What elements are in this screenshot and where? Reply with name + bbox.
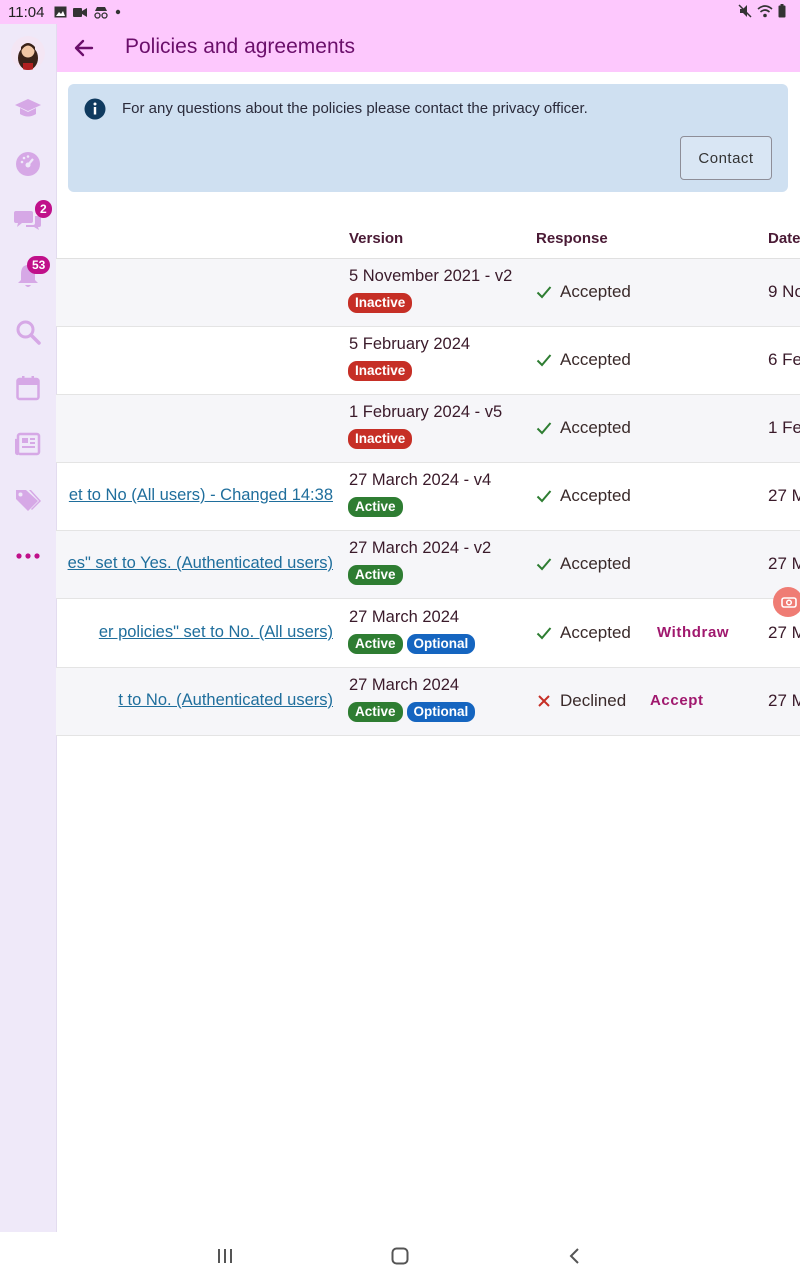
table-row: 5 November 2021 - v2 Inactive Accepted 9… xyxy=(56,259,800,327)
policy-version: 5 November 2021 - v2 xyxy=(349,267,513,285)
wifi-icon xyxy=(757,4,773,17)
response-date: 27 M xyxy=(768,554,800,573)
avatar[interactable] xyxy=(11,36,45,70)
app-bar: Policies and agreements xyxy=(56,24,800,72)
policy-version: 5 February 2024 xyxy=(349,335,471,353)
dashboard-icon[interactable] xyxy=(12,148,44,180)
policy-version: 1 February 2024 - v5 xyxy=(349,403,503,421)
policy-name-link[interactable]: er policies" set to No. (All users) xyxy=(99,623,333,642)
optional-badge: Optional xyxy=(406,634,476,654)
incognito-icon xyxy=(94,6,109,19)
image-icon xyxy=(54,6,67,18)
table-row: t to No. (Authenticated users) 27 March … xyxy=(56,668,800,736)
dot-icon xyxy=(116,9,121,15)
info-icon xyxy=(84,98,106,120)
status-time: 11:04 xyxy=(8,3,45,21)
home-icon[interactable] xyxy=(391,1247,409,1265)
status-badge: Inactive xyxy=(348,429,413,449)
back-icon[interactable] xyxy=(567,1247,581,1265)
policy-name-link[interactable]: t to No. (Authenticated users) xyxy=(118,691,333,710)
messages-badge: 2 xyxy=(35,200,52,218)
courses-icon[interactable] xyxy=(12,92,44,124)
battery-icon xyxy=(778,4,786,18)
response-text: Accepted xyxy=(560,350,631,369)
policy-version: 27 March 2024 xyxy=(349,608,460,626)
response-date: 9 No xyxy=(768,282,800,301)
recent-apps-icon[interactable] xyxy=(216,1248,234,1264)
table-header: Version Response Date xyxy=(56,222,800,259)
response-date: 27 M xyxy=(768,623,800,642)
withdraw-button[interactable]: Withdraw xyxy=(657,624,729,641)
more-icon[interactable] xyxy=(12,540,44,572)
check-icon xyxy=(536,627,552,640)
column-header-response: Response xyxy=(536,230,608,247)
video-icon xyxy=(73,7,88,17)
check-icon xyxy=(536,490,552,503)
response-text: Accepted xyxy=(560,418,631,437)
table-row: es" set to Yes. (Authenticated users) 27… xyxy=(56,531,800,599)
accept-button[interactable]: Accept xyxy=(650,692,704,709)
page-title: Policies and agreements xyxy=(125,35,355,58)
info-box: For any questions about the policies ple… xyxy=(68,84,788,192)
system-nav-bar xyxy=(0,1232,800,1280)
table-row: et to No (All users) - Changed 14:38 27 … xyxy=(56,463,800,531)
mute-icon xyxy=(738,4,752,18)
tags-icon[interactable] xyxy=(12,484,44,516)
column-header-version: Version xyxy=(349,230,404,247)
floating-action-button[interactable] xyxy=(773,587,800,617)
status-badge: Active xyxy=(348,565,403,585)
status-bar: 11:04 xyxy=(0,0,800,24)
policy-version: 27 March 2024 xyxy=(349,676,460,694)
response-date: 27 M xyxy=(768,486,800,505)
table-row: 5 February 2024 Inactive Accepted 6 Fe xyxy=(56,327,800,395)
check-icon xyxy=(536,558,552,571)
response-text: Declined xyxy=(560,691,627,710)
info-message: For any questions about the policies ple… xyxy=(122,100,588,117)
status-badge: Inactive xyxy=(348,293,413,313)
cross-icon xyxy=(538,695,550,707)
response-date: 1 Fe xyxy=(768,418,800,437)
status-badge: Active xyxy=(348,634,403,654)
response-text: Accepted xyxy=(560,282,631,301)
calendar-icon[interactable] xyxy=(12,372,44,404)
response-text: Accepted xyxy=(560,623,631,642)
status-badge: Active xyxy=(348,702,403,722)
camera-icon xyxy=(781,597,797,608)
status-badge: Active xyxy=(348,497,403,517)
search-icon[interactable] xyxy=(12,316,44,348)
check-icon xyxy=(536,422,552,435)
table-row: 1 February 2024 - v5 Inactive Accepted 1… xyxy=(56,395,800,463)
response-date: 6 Fe xyxy=(768,350,800,369)
policy-name-link[interactable]: et to No (All users) - Changed 14:38 xyxy=(69,486,333,505)
response-text: Accepted xyxy=(560,554,631,573)
contact-button[interactable]: Contact xyxy=(680,136,772,180)
column-header-date: Date xyxy=(768,230,800,247)
table-row: er policies" set to No. (All users) 27 M… xyxy=(56,600,800,668)
back-arrow-icon[interactable] xyxy=(70,34,98,62)
status-badge: Inactive xyxy=(348,361,413,381)
check-icon xyxy=(536,354,552,367)
policy-version: 27 March 2024 - v2 xyxy=(349,539,492,557)
policy-version: 27 March 2024 - v4 xyxy=(349,471,492,489)
response-date: 27 M xyxy=(768,691,800,710)
response-text: Accepted xyxy=(560,486,631,505)
sidebar: 2 53 xyxy=(0,24,57,1232)
optional-badge: Optional xyxy=(406,702,476,722)
news-icon[interactable] xyxy=(12,428,44,460)
check-icon xyxy=(536,286,552,299)
notifications-badge: 53 xyxy=(27,256,51,274)
policy-name-link[interactable]: es" set to Yes. (Authenticated users) xyxy=(68,554,333,573)
